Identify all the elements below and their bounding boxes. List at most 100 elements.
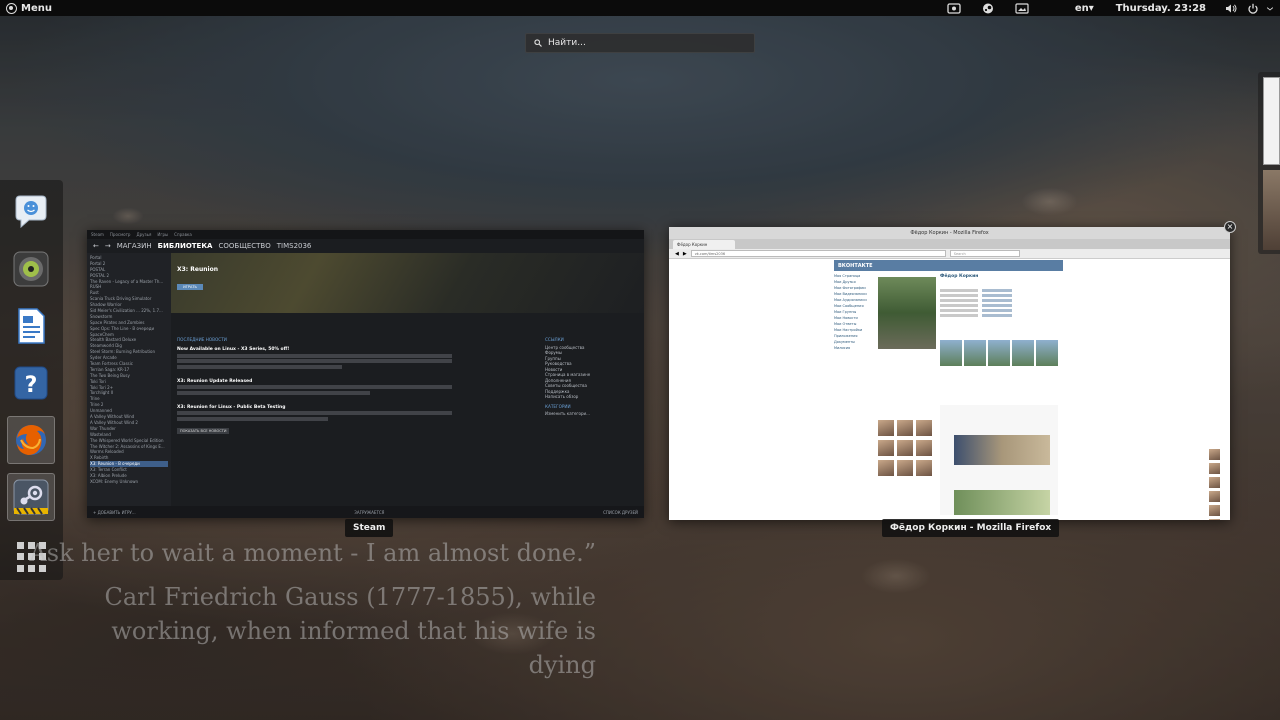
news-text — [177, 411, 452, 415]
firefox-tab[interactable]: Фёдор Коркин — [673, 240, 735, 249]
dash-writer[interactable] — [7, 302, 55, 350]
steam-link[interactable]: Написать обзор — [545, 394, 625, 400]
friend-avatar[interactable] — [897, 420, 913, 436]
nav-profile[interactable]: TIMS2036 — [277, 242, 312, 250]
news-title[interactable]: X3: Reunion Update Released — [177, 379, 452, 384]
library-list: Portal Portal 2 POSTAL POSTAL 2 The Raven - … — [87, 253, 171, 506]
display-icon[interactable] — [1015, 2, 1029, 14]
quote-line: Ask her to wait a moment - I am almost d… — [29, 539, 596, 567]
nav-library[interactable]: БИБЛИОТЕКА — [158, 242, 213, 250]
workspace-thumbnail[interactable] — [1263, 170, 1280, 250]
back-button[interactable]: ← — [93, 242, 99, 250]
forward-button[interactable]: → — [105, 242, 111, 250]
vk-logo[interactable]: ВКОНТАКТЕ — [838, 263, 873, 269]
news-text — [177, 353, 452, 358]
vk-page: ВКОНТАКТЕ Моя Страница Мои Друзья Мои Фото… — [834, 260, 1063, 520]
news-heading: ПОСЛЕДНИЕ НОВОСТИ — [177, 337, 227, 342]
steam-menu-item[interactable]: Steam — [91, 232, 104, 237]
help-icon: ? — [14, 366, 48, 400]
back-icon[interactable]: ◀ — [675, 251, 679, 257]
steam-menu-item[interactable]: Справка — [174, 232, 192, 237]
dash-empathy[interactable] — [7, 188, 55, 236]
search-icon — [534, 39, 542, 47]
chat-avatar[interactable] — [1209, 505, 1220, 516]
vk-header: ВКОНТАКТЕ — [834, 260, 1063, 271]
profile-photo[interactable] — [878, 277, 936, 349]
downloads-status[interactable]: ЗАГРУЖАЕТСЯ — [354, 510, 384, 515]
friend-avatar[interactable] — [878, 440, 894, 456]
play-button[interactable]: ИГРАТЬ — [177, 284, 203, 290]
photo-strip[interactable] — [940, 340, 1058, 366]
profile-name: Фёдор Коркин — [940, 274, 979, 279]
news-text — [177, 390, 370, 395]
links-heading: ССЫЛКИ — [545, 337, 564, 342]
chat-avatar[interactable] — [1209, 449, 1220, 460]
vk-menu-item[interactable]: Милисия — [834, 346, 876, 352]
volume-icon[interactable] — [1224, 3, 1238, 14]
svg-text:?: ? — [25, 373, 38, 398]
categories-heading: КАТЕГОРИИ — [545, 403, 571, 409]
friend-avatar[interactable] — [916, 420, 932, 436]
forward-icon[interactable]: ▶ — [683, 251, 687, 257]
url-bar[interactable]: vk.com/tims2036 — [690, 250, 946, 257]
news-title[interactable]: Now Available on Linux - X3 Series, 50% … — [177, 347, 452, 352]
steam-library: Portal Portal 2 POSTAL POSTAL 2 The Raven - … — [87, 253, 644, 506]
menu-label: Menu — [21, 2, 52, 14]
steam-menubar: Steam Просмотр Друзья Игры Справка — [87, 230, 644, 239]
nav-community[interactable]: СООБЩЕСТВО — [218, 242, 270, 250]
wall-posts — [940, 405, 1058, 515]
news-text — [177, 385, 452, 389]
friend-avatar[interactable] — [897, 440, 913, 456]
workspace-thumbnail[interactable] — [1263, 77, 1280, 165]
chat-avatar[interactable] — [1209, 463, 1220, 474]
edit-categories-link[interactable]: Изменить категори... — [545, 411, 625, 417]
wall-post-image[interactable] — [954, 490, 1050, 515]
friend-avatar[interactable] — [878, 460, 894, 476]
firefox-window[interactable]: Фёдор Коркин - Mozilla Firefox Фёдор Кор… — [669, 227, 1230, 520]
news-title[interactable]: X3: Reunion for Linux - Public Beta Test… — [177, 405, 452, 410]
firefox-icon — [16, 425, 46, 455]
steam-window[interactable]: Steam Просмотр Друзья Игры Справка ← → М… — [87, 230, 644, 518]
menu-logo-icon — [6, 2, 17, 14]
menu-button[interactable]: Menu — [0, 2, 52, 14]
friend-avatar[interactable] — [916, 460, 932, 476]
dash-rhythmbox[interactable] — [7, 245, 55, 293]
clock[interactable]: Thursday. 23:28 — [1116, 3, 1206, 14]
steam-menu-item[interactable]: Друзья — [136, 232, 151, 237]
firefox-search-field[interactable]: Search — [949, 250, 1020, 257]
add-game-button[interactable]: + ДОБАВИТЬ ИГРУ... — [93, 510, 136, 515]
firefox-titlebar: Фёдор Коркин - Mozilla Firefox — [669, 227, 1230, 239]
nav-store[interactable]: МАГАЗИН — [117, 242, 152, 250]
friend-avatar[interactable] — [878, 420, 894, 436]
steam-statusbar: + ДОБАВИТЬ ИГРУ... ЗАГРУЖАЕТСЯ СПИСОК ДР… — [87, 506, 644, 518]
chevron-down-icon[interactable] — [1266, 3, 1274, 14]
dash-help[interactable]: ? — [7, 359, 55, 407]
news-section: ПОСЛЕДНИЕ НОВОСТИ Now Available on Linux… — [177, 337, 452, 447]
dash-firefox[interactable] — [7, 416, 55, 464]
news-text — [177, 364, 342, 369]
rhythmbox-icon — [13, 251, 49, 287]
chat-avatar[interactable] — [1209, 519, 1220, 520]
friend-avatar[interactable] — [897, 460, 913, 476]
search-bar[interactable] — [525, 33, 755, 53]
workspace-thumbnails[interactable] — [1258, 72, 1280, 254]
friends-list-button[interactable]: СПИСОК ДРУЗЕЙ — [603, 510, 638, 515]
chat-avatar[interactable] — [1209, 491, 1220, 502]
keyboard-layout[interactable]: en▾ — [1075, 3, 1094, 14]
close-window-icon[interactable]: × — [1224, 221, 1236, 233]
library-item[interactable]: XCOM: Enemy Unknown — [90, 479, 168, 485]
wall-post-image[interactable] — [954, 435, 1050, 465]
power-icon[interactable] — [1246, 3, 1260, 14]
news-text — [177, 359, 452, 363]
chat-avatar[interactable] — [1209, 477, 1220, 488]
dash-steam[interactable] — [7, 473, 55, 521]
firefox-tabstrip: Фёдор Коркин — [669, 239, 1230, 249]
steam-menu-item[interactable]: Игры — [157, 232, 168, 237]
all-news-button[interactable]: ПОКАЗАТЬ ВСЕ НОВОСТИ — [177, 428, 230, 434]
search-input[interactable] — [548, 38, 738, 48]
game-hero-banner — [171, 253, 644, 313]
friend-avatar[interactable] — [916, 440, 932, 456]
steam-tray-icon[interactable] — [981, 3, 995, 14]
screencast-icon[interactable] — [947, 2, 961, 14]
steam-menu-item[interactable]: Просмотр — [110, 232, 131, 237]
